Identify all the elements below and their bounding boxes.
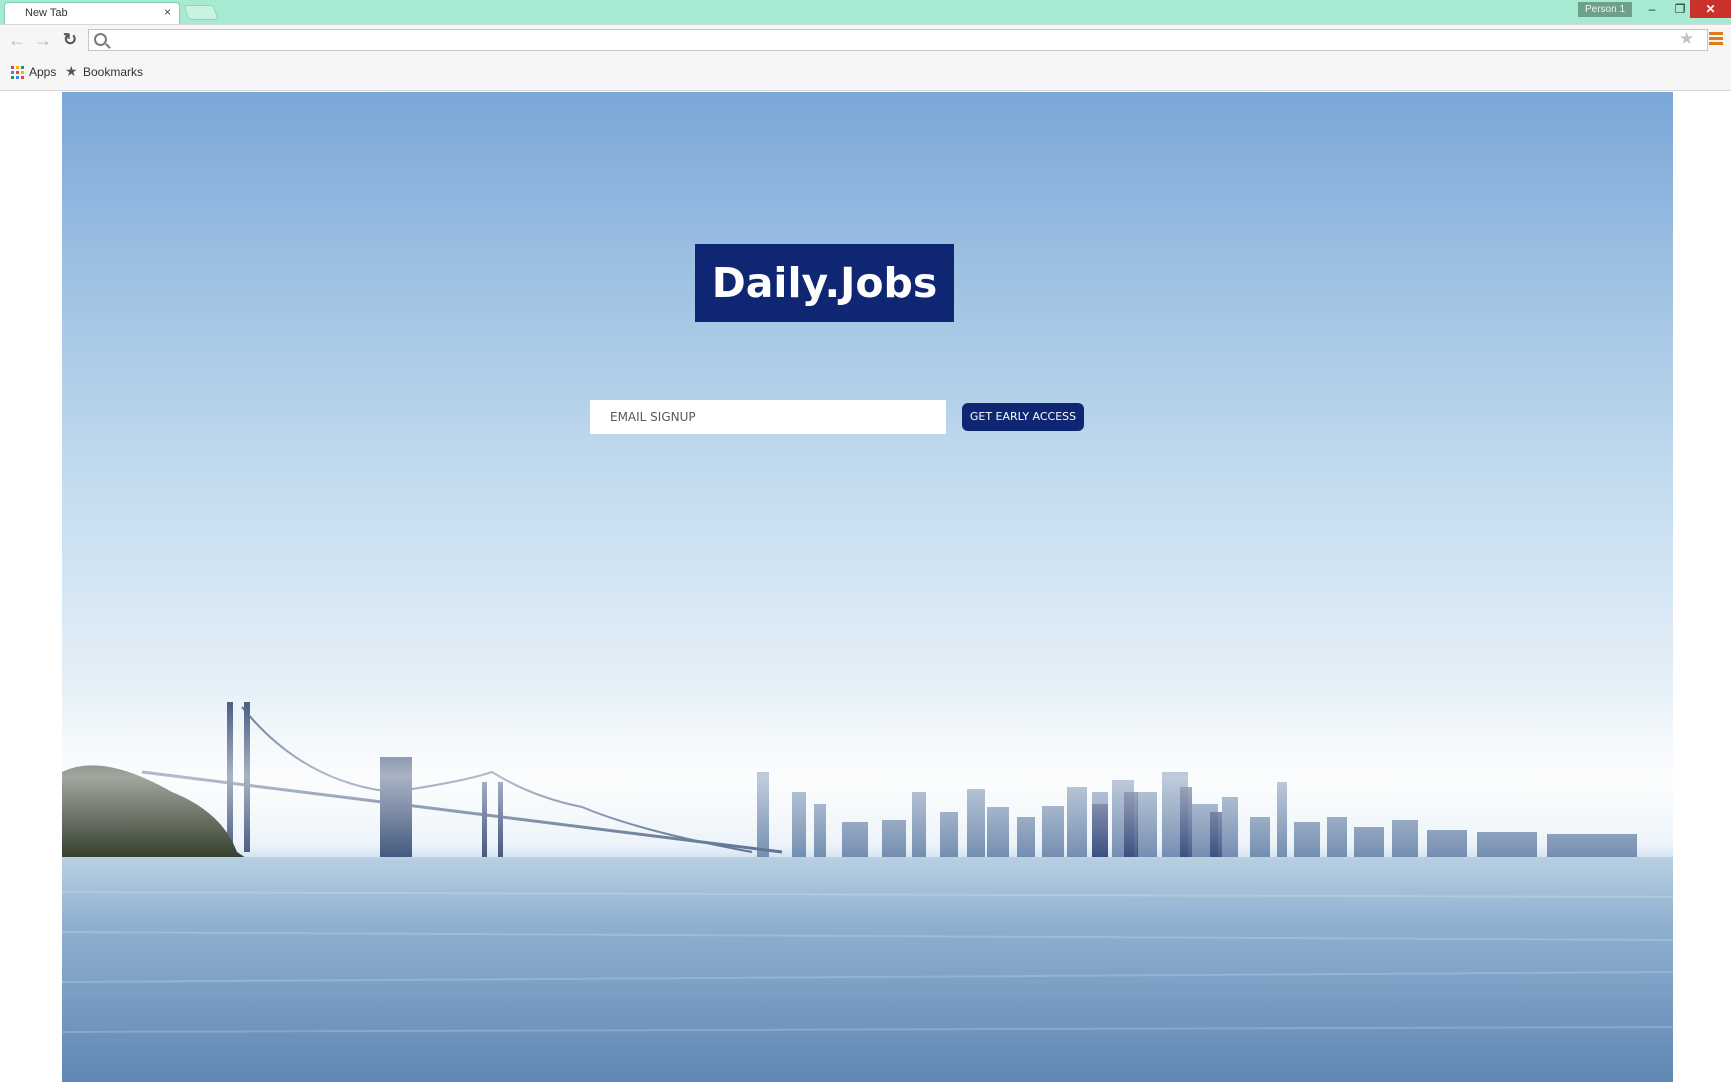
reload-icon[interactable]: ↻	[59, 29, 81, 51]
bookmarks-bar: Apps ★ Bookmarks	[0, 56, 1731, 91]
tab-title: New Tab	[25, 7, 68, 19]
profile-button[interactable]: Person 1	[1578, 2, 1632, 17]
star-icon[interactable]: ★	[1679, 29, 1694, 49]
forward-arrow-icon[interactable]: →	[32, 29, 54, 51]
new-tab-button[interactable]	[183, 5, 219, 20]
tab-new-tab[interactable]: New Tab ×	[4, 2, 180, 24]
apps-label: Apps	[29, 65, 57, 79]
logo-text: Daily.Jobs	[711, 259, 938, 307]
tab-close-icon[interactable]: ×	[164, 5, 171, 19]
menu-icon[interactable]	[1709, 32, 1723, 46]
address-bar[interactable]	[88, 29, 1708, 51]
landing-page: Daily.Jobs GET EARLY ACCESS	[62, 92, 1673, 1082]
browser-toolbar: ← → ↻ ★	[0, 24, 1731, 57]
close-window-icon[interactable]: ✕	[1690, 0, 1731, 18]
get-early-access-button[interactable]: GET EARLY ACCESS	[962, 403, 1084, 431]
bookmark-star-icon: ★	[65, 63, 78, 79]
address-input[interactable]	[113, 32, 1677, 50]
email-signup-field[interactable]	[590, 400, 946, 434]
browser-title-bar: New Tab × Person 1 – ❐ ✕	[0, 0, 1731, 24]
search-icon	[94, 33, 107, 46]
logo: Daily.Jobs	[695, 244, 954, 322]
back-arrow-icon[interactable]: ←	[6, 29, 28, 51]
city-bridge-background	[62, 692, 1673, 1082]
minimize-icon[interactable]: –	[1637, 0, 1667, 18]
bookmarks-label: Bookmarks	[83, 65, 144, 79]
apps-icon	[11, 66, 24, 79]
